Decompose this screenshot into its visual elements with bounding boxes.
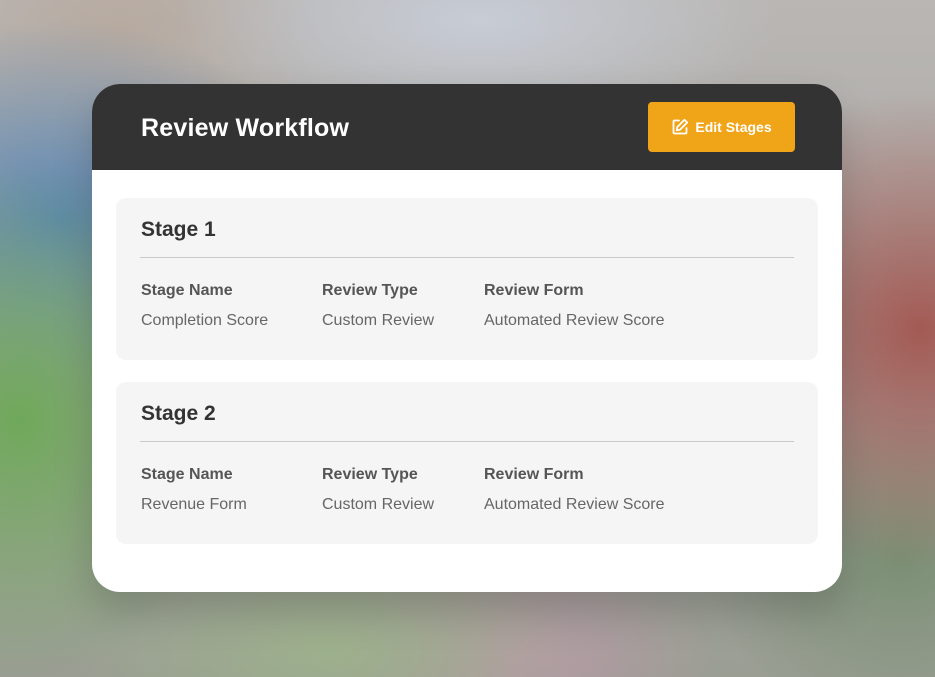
stage-title: Stage 2: [141, 402, 216, 425]
stage-title: Stage 1: [141, 218, 216, 241]
field-label: Review Type: [322, 282, 418, 299]
review-type-field: Review Type Custom Review: [322, 282, 434, 330]
stage-card: Stage 1 Stage Name Completion Score Revi…: [116, 198, 818, 360]
stage-card: Stage 2 Stage Name Revenue Form Review T…: [116, 382, 818, 544]
field-label: Stage Name: [141, 466, 233, 483]
review-type-field: Review Type Custom Review: [322, 466, 434, 514]
field-value: Revenue Form: [141, 496, 247, 513]
review-form-field: Review Form Automated Review Score: [484, 466, 665, 514]
stage-name-field: Stage Name Revenue Form: [141, 466, 247, 514]
stage-name-field: Stage Name Completion Score: [141, 282, 268, 330]
field-value: Completion Score: [141, 312, 269, 329]
field-label: Review Form: [484, 282, 584, 299]
edit-stages-label: Edit Stages: [695, 119, 772, 135]
field-value: Automated Review Score: [484, 496, 665, 513]
card-header: Review Workflow Edit Stages: [92, 84, 842, 170]
field-value: Automated Review Score: [484, 312, 665, 329]
review-workflow-card: Review Workflow Edit Stages Stage 1 Stag…: [92, 84, 842, 592]
field-value: Custom Review: [322, 312, 435, 329]
review-form-field: Review Form Automated Review Score: [484, 282, 665, 330]
edit-stages-button[interactable]: Edit Stages: [648, 102, 795, 152]
edit-icon: [671, 118, 689, 136]
stage-divider: [140, 441, 794, 442]
field-label: Stage Name: [141, 282, 233, 299]
stage-divider: [140, 257, 794, 258]
card-title: Review Workflow: [141, 114, 350, 142]
field-label: Review Form: [484, 466, 584, 483]
field-value: Custom Review: [322, 496, 435, 513]
field-label: Review Type: [322, 466, 418, 483]
